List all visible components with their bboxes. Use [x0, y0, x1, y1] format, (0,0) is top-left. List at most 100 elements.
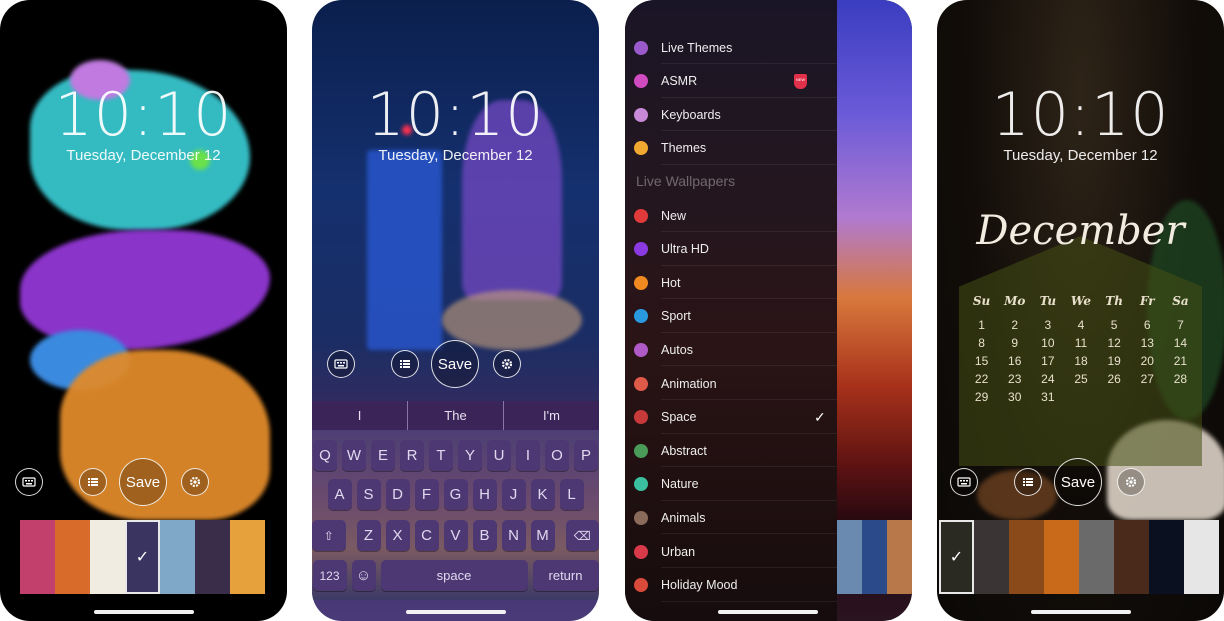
menu-item-ultra-hd[interactable]: Ultra HD [625, 233, 837, 266]
save-button[interactable]: Save [1054, 458, 1102, 506]
wallpaper-thumbnail[interactable] [160, 520, 195, 594]
emoji-key[interactable]: ☺ [351, 560, 376, 591]
key-n[interactable]: N [501, 520, 526, 551]
menu-item-label: Ultra HD [661, 242, 709, 257]
key-o[interactable]: O [545, 440, 569, 471]
key-c[interactable]: C [414, 520, 439, 551]
wallpaper-thumbnail[interactable] [20, 520, 55, 594]
wallpaper-thumbnail[interactable] [974, 520, 1009, 594]
shift-key[interactable]: ⇧ [312, 520, 346, 551]
weekday-label: Th [1105, 294, 1123, 308]
keyboard-button[interactable] [950, 468, 978, 496]
key-d[interactable]: D [385, 479, 410, 510]
wallpaper-thumbnail[interactable] [862, 520, 887, 594]
calendar-month: December [976, 208, 1185, 254]
calendar-day: 14 [1173, 336, 1188, 350]
wallpaper-thumbnail-strip: ✓ [939, 520, 1224, 594]
key-r[interactable]: R [400, 440, 424, 471]
wallpaper-thumbnail[interactable] [1009, 520, 1044, 594]
wallpaper-thumbnail[interactable]: ✓ [939, 520, 974, 594]
menu-item-label: Urban [661, 544, 696, 559]
menu-item-label: Hot [661, 275, 681, 290]
key-l[interactable]: L [559, 479, 584, 510]
menu-item-hot[interactable]: Hot [625, 266, 837, 300]
wallpaper-thumbnail[interactable] [55, 520, 90, 594]
suggestion[interactable]: The [408, 401, 504, 430]
key-q[interactable]: Q [313, 440, 337, 471]
menu-item-themes[interactable]: Themes [625, 132, 837, 165]
settings-button[interactable] [493, 350, 521, 378]
key-b[interactable]: B [472, 520, 497, 551]
gear-icon [1125, 476, 1137, 488]
key-a[interactable]: A [327, 479, 352, 510]
calendar-day: 9 [1011, 336, 1019, 350]
space-key[interactable]: space [380, 560, 528, 591]
key-s[interactable]: S [356, 479, 381, 510]
settings-button[interactable] [1117, 468, 1145, 496]
selected-check-icon: ✓ [135, 549, 150, 566]
divider [661, 163, 837, 165]
numbers-key[interactable]: 123 [312, 560, 347, 591]
wallpaper-thumbnail[interactable] [1114, 520, 1149, 594]
key-v[interactable]: V [443, 520, 468, 551]
suggestion[interactable]: I [312, 401, 408, 430]
menu-item-nature[interactable]: Nature [625, 468, 837, 501]
home-indicator [1030, 610, 1131, 614]
menu-item-holiday-mood[interactable]: Holiday Mood [625, 569, 837, 602]
wallpaper-thumbnail[interactable]: ✓ [125, 520, 160, 594]
wallpaper-thumbnail[interactable] [1149, 520, 1184, 594]
return-key[interactable]: return [532, 560, 599, 591]
keyboard-button[interactable] [327, 350, 355, 378]
menu-item-space[interactable]: Space ✓ [625, 401, 837, 434]
key-u[interactable]: U [487, 440, 511, 471]
menu-item-new[interactable]: New [625, 199, 837, 232]
key-w[interactable]: W [342, 440, 366, 471]
delete-key[interactable]: ⌫ [565, 520, 599, 551]
home-indicator [93, 610, 194, 614]
wallpaper-thumbnail[interactable] [230, 520, 265, 594]
menu-item-animation[interactable]: Animation [625, 367, 837, 400]
keyboard-button[interactable] [15, 468, 43, 496]
home-indicator [718, 610, 818, 614]
key-e[interactable]: E [371, 440, 395, 471]
settings-button[interactable] [181, 468, 209, 496]
save-button[interactable]: Save [431, 340, 479, 388]
suggestion[interactable]: I'm [504, 401, 599, 430]
key-h[interactable]: H [472, 479, 497, 510]
key-f[interactable]: F [414, 479, 439, 510]
list-button[interactable] [391, 350, 419, 378]
list-button[interactable] [79, 468, 107, 496]
key-j[interactable]: J [501, 479, 526, 510]
menu-item-animals[interactable]: Animals [625, 501, 837, 535]
category-icon [634, 477, 648, 492]
wallpaper-thumbnail[interactable] [1079, 520, 1114, 594]
key-x[interactable]: X [385, 520, 410, 551]
key-i[interactable]: I [516, 440, 540, 471]
save-button[interactable]: Save [119, 458, 167, 506]
menu-item-autos[interactable]: Autos [625, 333, 837, 367]
wallpaper-thumbnail[interactable] [837, 520, 862, 594]
menu-item-urban[interactable]: Urban [625, 535, 837, 568]
wallpaper-thumbnail[interactable] [887, 520, 912, 594]
menu-item-asmr[interactable]: ASMR NEW [625, 65, 837, 98]
menu-item-abstract[interactable]: Abstract [625, 434, 837, 468]
lock-time: 10:10 [991, 80, 1170, 150]
key-z[interactable]: Z [356, 520, 381, 551]
list-button[interactable] [1014, 468, 1042, 496]
wallpaper-thumbnail[interactable] [195, 520, 230, 594]
key-k[interactable]: K [530, 479, 555, 510]
gear-icon [501, 358, 513, 370]
wallpaper-thumbnail[interactable] [1184, 520, 1219, 594]
menu-item-sport[interactable]: Sport [625, 300, 837, 333]
menu-item-live-themes[interactable]: Live Themes [625, 31, 837, 64]
key-m[interactable]: M [530, 520, 555, 551]
wallpaper-thumbnail[interactable] [1044, 520, 1079, 594]
key-g[interactable]: G [443, 479, 468, 510]
key-y[interactable]: Y [458, 440, 482, 471]
wallpaper-thumbnail[interactable] [90, 520, 125, 594]
menu-item-keyboards[interactable]: Keyboards [625, 98, 837, 132]
divider [661, 600, 837, 602]
key-p[interactable]: P [574, 440, 598, 471]
calendar-day: 7 [1177, 318, 1184, 332]
key-t[interactable]: T [429, 440, 453, 471]
